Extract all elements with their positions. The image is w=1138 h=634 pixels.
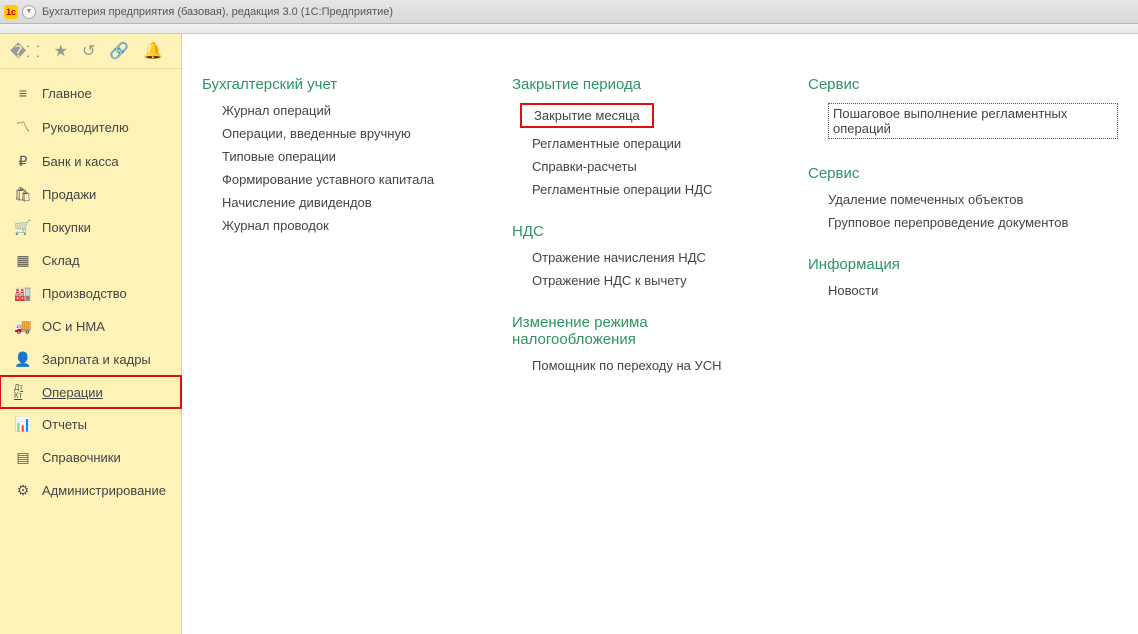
link-capital-formation[interactable]: Формирование уставного капитала bbox=[222, 172, 452, 187]
sidebar-item-main[interactable]: ≡ Главное bbox=[0, 77, 181, 109]
sidebar: �⸬ ★ ↺ 🔗 🔔 ≡ Главное 〽 Руководителю ₽ Ба… bbox=[0, 34, 182, 634]
sidebar-item-label: Администрирование bbox=[42, 483, 166, 498]
sidebar-item-label: Банк и касса bbox=[42, 154, 119, 169]
sidebar-item-payroll[interactable]: 👤 Зарплата и кадры bbox=[0, 343, 181, 376]
link-group-repost[interactable]: Групповое перепроведение документов bbox=[828, 215, 1118, 230]
menu-icon: ≡ bbox=[14, 85, 32, 101]
group-title-info: Информация bbox=[808, 256, 1118, 273]
link-delete-marked[interactable]: Удаление помеченных объектов bbox=[828, 192, 1118, 207]
sidebar-item-catalogs[interactable]: ▤ Справочники bbox=[0, 441, 181, 474]
gear-icon: ⚙ bbox=[14, 482, 32, 499]
bell-icon[interactable]: 🔔 bbox=[143, 41, 163, 61]
menu-grid-icon[interactable]: �⸬ bbox=[10, 40, 40, 62]
app-icon: 1c bbox=[4, 5, 18, 19]
content-column-1: Бухгалтерский учет Журнал операций Опера… bbox=[202, 74, 452, 614]
factory-icon: 🏭 bbox=[14, 285, 32, 302]
sidebar-item-manager[interactable]: 〽 Руководителю bbox=[0, 109, 181, 145]
truck-icon: 🚚 bbox=[14, 318, 32, 335]
group-title-period-close: Закрытие периода bbox=[512, 76, 748, 93]
group-links: Новости bbox=[808, 283, 1118, 298]
link-usn-assistant[interactable]: Помощник по переходу на УСН bbox=[532, 358, 748, 373]
content-column-2: Закрытие периода Закрытие месяца Регламе… bbox=[512, 74, 748, 614]
sidebar-item-label: Главное bbox=[42, 86, 92, 101]
sidebar-item-production[interactable]: 🏭 Производство bbox=[0, 277, 181, 310]
sidebar-item-label: Отчеты bbox=[42, 417, 87, 432]
sidebar-item-assets[interactable]: 🚚 ОС и НМА bbox=[0, 310, 181, 343]
chart-up-icon: 〽 bbox=[14, 117, 32, 137]
star-icon[interactable]: ★ bbox=[54, 41, 68, 61]
link-month-close[interactable]: Закрытие месяца bbox=[532, 103, 748, 128]
titlebar: 1c ▼ Бухгалтерия предприятия (базовая), … bbox=[0, 0, 1138, 24]
sidebar-item-reports[interactable]: 📊 Отчеты bbox=[0, 408, 181, 441]
link-typical-operations[interactable]: Типовые операции bbox=[222, 149, 452, 164]
link-manual-operations[interactable]: Операции, введенные вручную bbox=[222, 126, 452, 141]
group-links: Пошаговое выполнение регламентных операц… bbox=[808, 103, 1118, 139]
barchart-icon: 📊 bbox=[14, 416, 32, 433]
sidebar-item-operations[interactable]: ДтКт Операции bbox=[0, 376, 181, 408]
link-vat-accrual[interactable]: Отражение начисления НДС bbox=[532, 250, 748, 265]
bag-icon: 🛍 bbox=[14, 186, 32, 203]
group-title-service-2: Сервис bbox=[808, 165, 1118, 182]
sidebar-item-label: Склад bbox=[42, 253, 80, 268]
link-journal-operations[interactable]: Журнал операций bbox=[222, 103, 452, 118]
nav-list: ≡ Главное 〽 Руководителю ₽ Банк и касса … bbox=[0, 69, 181, 507]
link-scheduled-operations[interactable]: Регламентные операции bbox=[532, 136, 748, 151]
link-dividends[interactable]: Начисление дивидендов bbox=[222, 195, 452, 210]
sidebar-item-label: Покупки bbox=[42, 220, 91, 235]
group-title-vat: НДС bbox=[512, 223, 748, 240]
link-icon[interactable]: 🔗 bbox=[109, 41, 129, 61]
person-icon: 👤 bbox=[14, 351, 32, 368]
window-title: Бухгалтерия предприятия (базовая), редак… bbox=[42, 6, 393, 18]
boxes-icon: ▦ bbox=[14, 252, 32, 269]
link-reports-calc[interactable]: Справки-расчеты bbox=[532, 159, 748, 174]
dropdown-icon[interactable]: ▼ bbox=[22, 5, 36, 19]
link-scheduled-vat[interactable]: Регламентные операции НДС bbox=[532, 182, 748, 197]
main-area: �⸬ ★ ↺ 🔗 🔔 ≡ Главное 〽 Руководителю ₽ Ба… bbox=[0, 34, 1138, 634]
sidebar-top-icons: �⸬ ★ ↺ 🔗 🔔 bbox=[0, 34, 181, 69]
sidebar-item-bank[interactable]: ₽ Банк и касса bbox=[0, 145, 181, 178]
link-stepwise-scheduled[interactable]: Пошаговое выполнение регламентных операц… bbox=[828, 103, 1118, 139]
sidebar-item-purchases[interactable]: 🛒 Покупки bbox=[0, 211, 181, 244]
content-column-3: Сервис Пошаговое выполнение регламентных… bbox=[808, 74, 1118, 614]
link-vat-deduction[interactable]: Отражение НДС к вычету bbox=[532, 273, 748, 288]
link-news[interactable]: Новости bbox=[828, 283, 1118, 298]
dtkt-icon: ДтКт bbox=[14, 384, 32, 400]
link-entries-journal[interactable]: Журнал проводок bbox=[222, 218, 452, 233]
sidebar-item-admin[interactable]: ⚙ Администрирование bbox=[0, 474, 181, 507]
group-links: Отражение начисления НДС Отражение НДС к… bbox=[512, 250, 748, 288]
group-links: Удаление помеченных объектов Групповое п… bbox=[808, 192, 1118, 230]
sidebar-item-label: Операции bbox=[42, 385, 103, 400]
group-links: Журнал операций Операции, введенные вруч… bbox=[202, 103, 452, 233]
books-icon: ▤ bbox=[14, 449, 32, 466]
sidebar-item-warehouse[interactable]: ▦ Склад bbox=[0, 244, 181, 277]
content-area: Бухгалтерский учет Журнал операций Опера… bbox=[182, 34, 1138, 634]
group-title-tax-regime: Изменение режима налогообложения bbox=[512, 314, 748, 348]
ruble-icon: ₽ bbox=[14, 153, 32, 170]
history-icon[interactable]: ↺ bbox=[82, 41, 95, 61]
group-title-service-1: Сервис bbox=[808, 76, 1118, 93]
group-links: Помощник по переходу на УСН bbox=[512, 358, 748, 373]
toolbar-strip bbox=[0, 24, 1138, 34]
group-title-accounting: Бухгалтерский учет bbox=[202, 76, 452, 93]
sidebar-item-label: Зарплата и кадры bbox=[42, 352, 151, 367]
sidebar-item-label: Руководителю bbox=[42, 120, 129, 135]
group-links: Закрытие месяца Регламентные операции Сп… bbox=[512, 103, 748, 197]
sidebar-item-label: Продажи bbox=[42, 187, 96, 202]
sidebar-item-sales[interactable]: 🛍 Продажи bbox=[0, 178, 181, 211]
cart-icon: 🛒 bbox=[14, 219, 32, 236]
sidebar-item-label: Производство bbox=[42, 286, 127, 301]
sidebar-item-label: ОС и НМА bbox=[42, 319, 105, 334]
sidebar-item-label: Справочники bbox=[42, 450, 121, 465]
